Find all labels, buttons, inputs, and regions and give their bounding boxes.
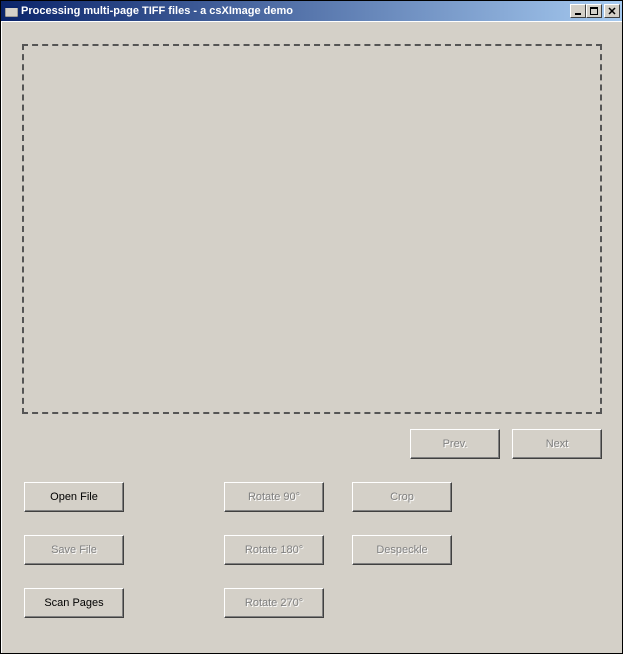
app-window: Processing multi-page TIFF files - a csX… xyxy=(0,0,623,654)
app-icon xyxy=(4,4,18,18)
rotate-90-button[interactable]: Rotate 90° xyxy=(224,482,324,512)
next-button[interactable]: Next xyxy=(512,429,602,459)
image-preview-area xyxy=(22,44,602,414)
open-file-button[interactable]: Open File xyxy=(24,482,124,512)
save-file-button[interactable]: Save File xyxy=(24,535,124,565)
titlebar: Processing multi-page TIFF files - a csX… xyxy=(1,1,622,21)
despeckle-button[interactable]: Despeckle xyxy=(352,535,452,565)
client-area: Prev. Next Open File Save File Scan Page… xyxy=(1,21,622,653)
maximize-button[interactable] xyxy=(586,4,602,18)
minimize-button[interactable] xyxy=(570,4,586,18)
close-button[interactable] xyxy=(604,4,620,18)
window-title: Processing multi-page TIFF files - a csX… xyxy=(21,5,570,17)
prev-button[interactable]: Prev. xyxy=(410,429,500,459)
rotate-180-button[interactable]: Rotate 180° xyxy=(224,535,324,565)
window-controls xyxy=(570,4,622,18)
scan-pages-button[interactable]: Scan Pages xyxy=(24,588,124,618)
rotate-270-button[interactable]: Rotate 270° xyxy=(224,588,324,618)
crop-button[interactable]: Crop xyxy=(352,482,452,512)
